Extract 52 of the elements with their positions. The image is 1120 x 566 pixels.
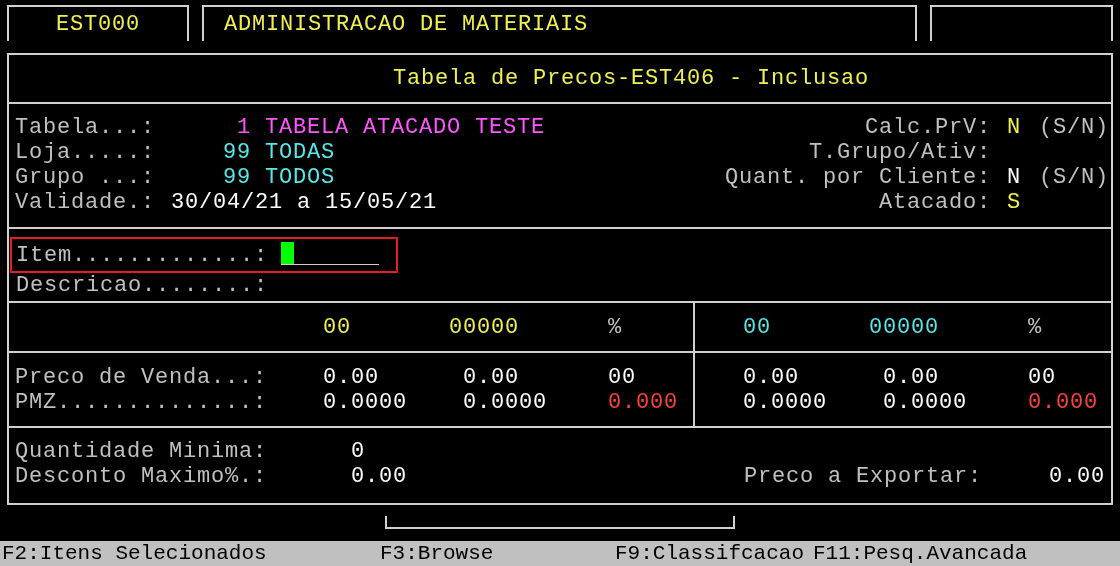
table-cell-text: 0.00 (463, 365, 520, 390)
field-code: 1 (236, 115, 251, 140)
field-label: Loja.....: (15, 140, 157, 165)
row-label: PMZ..............: (15, 390, 269, 415)
table-cell-text: 0.0000 (883, 390, 968, 415)
table-cell-text: 0.0000 (463, 390, 548, 415)
field-value: TABELA ATACADO TESTE (265, 115, 546, 140)
screen-title: Tabela de Precos-EST406 - Inclusao (9, 55, 1111, 104)
column-header: % (607, 315, 623, 340)
column-header: 00000 (449, 315, 520, 340)
field-label: Tabela...: (15, 115, 157, 140)
row-label: Preco de Venda...: (15, 365, 269, 390)
field-hint: (S/N) (1039, 115, 1105, 140)
field-label: T.Grupo/Ativ: (808, 140, 991, 165)
field-label: Descricao........: (15, 273, 270, 298)
table-cell-text: 0.00 (323, 365, 380, 390)
function-key-hint[interactable]: F11:Pesq.Avancada (813, 541, 1028, 566)
field-hint: (S/N) (1039, 165, 1105, 190)
function-key-hint[interactable]: F9:Classifcacao (615, 541, 813, 566)
field-value: N (1007, 165, 1022, 190)
field-label: Calc.PrV: (864, 115, 991, 140)
table-cell-text: 00 (1027, 365, 1057, 390)
field-value: TODAS (265, 140, 335, 165)
field-code: 99 (222, 140, 251, 165)
field-code: 99 (222, 165, 251, 190)
table-cell-text: 00 (607, 365, 637, 390)
field-value: N (1007, 115, 1022, 140)
table-cell-text: 0.00 (883, 365, 940, 390)
column-header: 00000 (869, 315, 940, 340)
field-label: Preco a Exportar: (744, 464, 984, 489)
function-key-hint[interactable]: F2:Itens Selecionados (2, 541, 380, 566)
field-label: Quant. por Cliente: (724, 165, 991, 190)
table-cell-text: 0.00 (743, 365, 800, 390)
field-value: 30/04/21 a 15/05/21 (171, 190, 438, 215)
table-cell-text: 0.0000 (323, 390, 408, 415)
field-value: 0.00 (1048, 464, 1105, 489)
table-cell-text: 0.0000 (743, 390, 828, 415)
field-value: TODOS (265, 165, 335, 190)
item-input-field[interactable] (281, 243, 380, 265)
field-label: Grupo ...: (15, 165, 157, 190)
field-value: S (1007, 190, 1022, 215)
field-label: Desconto Maximo%.: (15, 464, 269, 489)
function-key-hint[interactable]: F3:Browse (380, 541, 615, 566)
table-cell-text: 0.000 (607, 390, 679, 415)
table-cell-text: 0.000 (1027, 390, 1099, 415)
field-label: Quantidade Minima: (15, 439, 269, 464)
field-label: Atacado: (878, 190, 991, 215)
field-value: 0.00 (351, 464, 407, 489)
field-label: Item.............: (16, 243, 269, 270)
column-header: % (1027, 315, 1043, 340)
field-label: Validade.: (15, 190, 157, 215)
field-value: 0 (351, 439, 365, 464)
